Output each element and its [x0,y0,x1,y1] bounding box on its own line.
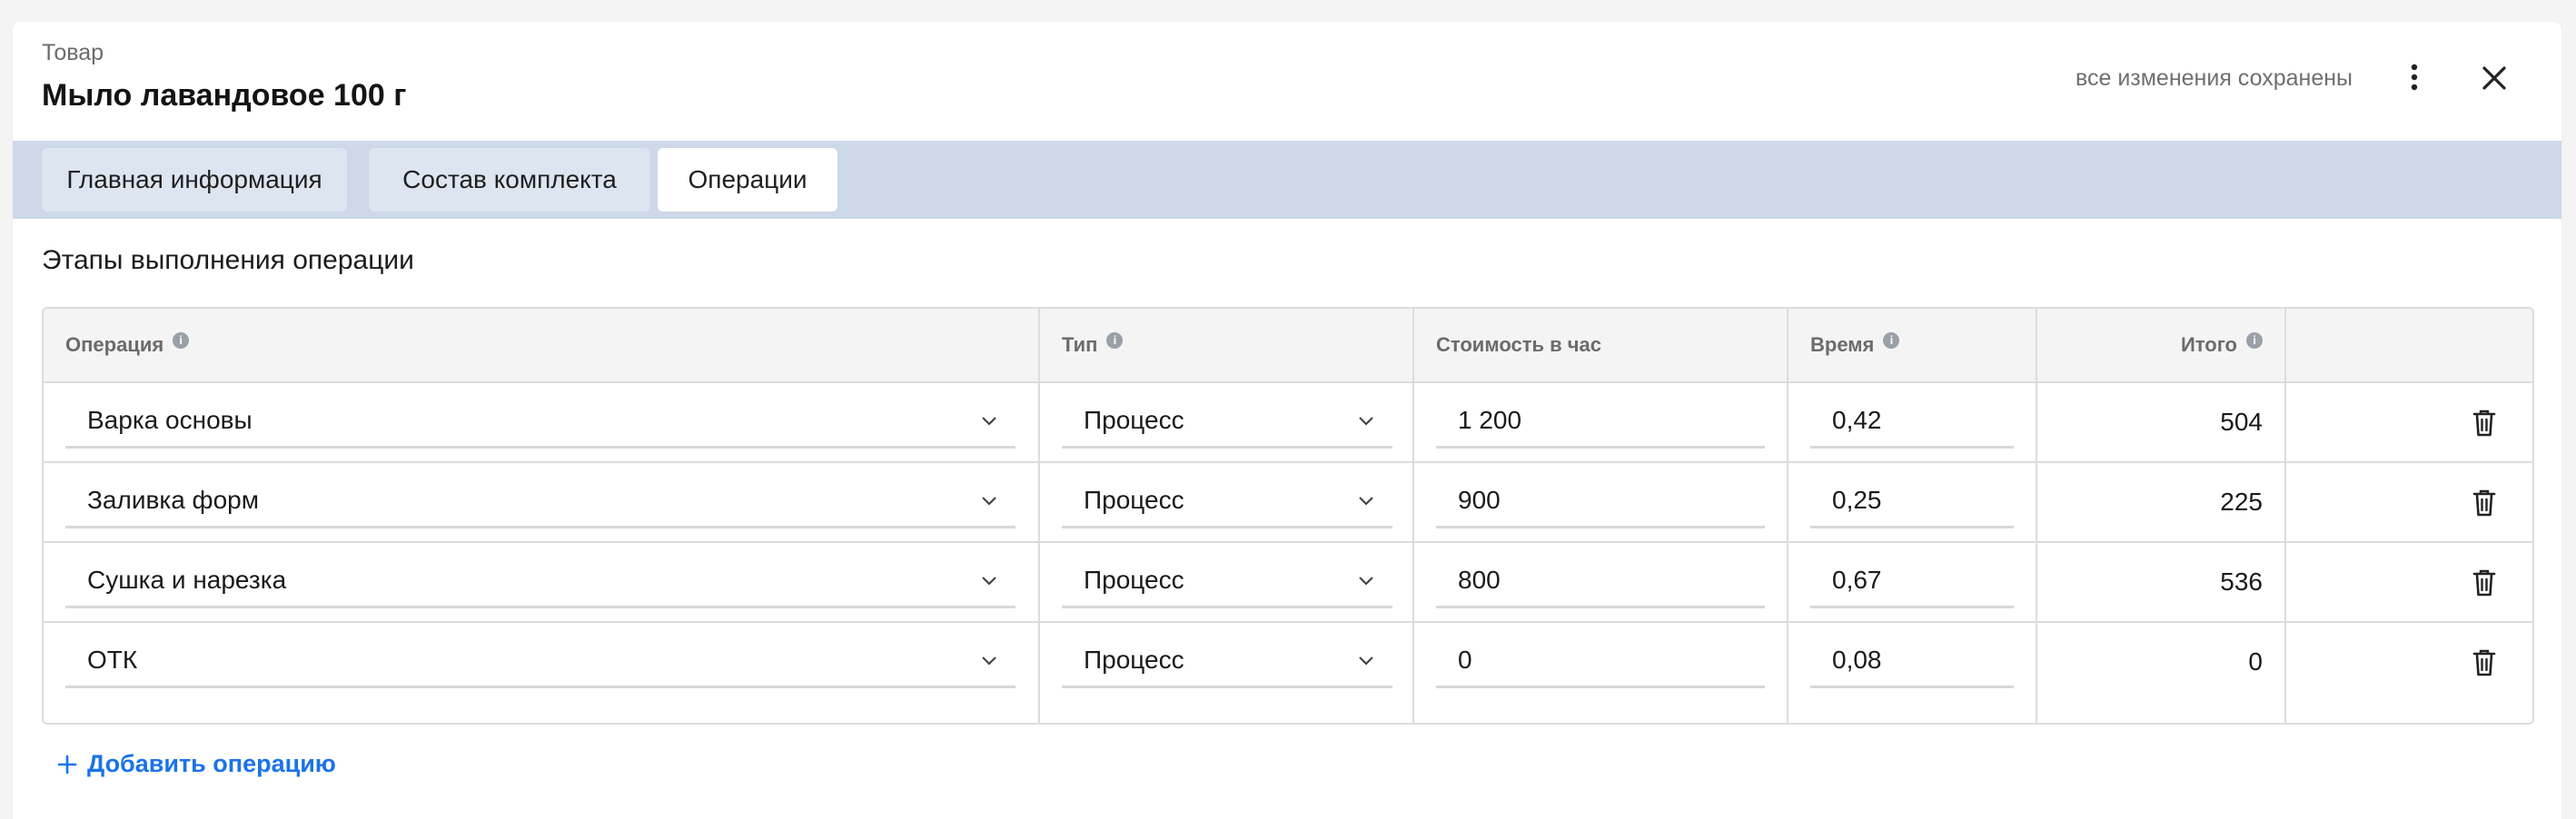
info-icon[interactable]: i [173,332,190,349]
type-value: Процесс [1084,645,1184,674]
column-header-total: Итого i [2037,309,2284,381]
time-input[interactable]: 0,67 [1810,554,2014,608]
entity-type-label: Товар [42,40,104,65]
trash-icon [2472,489,2496,517]
cost-per-hour-input[interactable]: 900 [1436,474,1765,528]
column-divider [1787,309,1788,723]
table-header: Операция i Тип i Стоимость в час Время i… [44,309,2532,383]
row-total: 0 [2248,647,2263,676]
delete-row-button[interactable] [2472,568,2496,597]
operation-value: ОТК [87,645,138,674]
chevron-down-icon [1359,577,1373,586]
delete-row-button[interactable] [2472,488,2496,518]
column-divider [1412,309,1414,723]
column-header-label: Стоимость в час [1436,333,1601,356]
type-select[interactable]: Процесс [1062,394,1392,449]
operation-value: Варка основы [87,405,253,434]
delete-row-button[interactable] [2472,409,2496,438]
add-operation-label: Добавить операцию [87,750,336,777]
chevron-down-icon [1359,656,1373,666]
column-header-label: Тип [1062,333,1098,356]
type-value: Процесс [1084,565,1184,594]
table-row: Сушка и нарезка Процесс 800 0,67 536 [44,543,2532,623]
product-panel: Товар Мыло лавандовое 100 г все изменени… [13,22,2561,819]
time-input[interactable]: 0,42 [1810,394,2014,449]
column-divider [2036,309,2037,723]
time-input[interactable]: 0,08 [1810,634,2014,688]
cost-per-hour-input[interactable]: 0 [1436,634,1765,688]
chevron-down-icon [982,497,996,506]
type-select[interactable]: Процесс [1062,474,1392,528]
cost-per-hour-input[interactable]: 1 200 [1436,394,1765,449]
add-operation-button[interactable]: Добавить операцию [56,750,336,778]
plus-icon [57,755,77,774]
type-select[interactable]: Процесс [1062,554,1392,608]
section-title: Этапы выполнения операции [42,245,414,275]
trash-icon [2472,410,2496,437]
column-header-cost-per-hour: Стоимость в час [1414,309,1787,381]
page-title: Мыло лавандовое 100 г [42,78,407,113]
operation-select[interactable]: Варка основы [65,394,1016,449]
type-select[interactable]: Процесс [1062,634,1392,688]
close-button[interactable] [2480,64,2509,93]
tab-kit-composition[interactable]: Состав комплекта [369,148,650,212]
column-header-label: Операция [65,333,164,356]
info-icon[interactable]: i [2246,332,2263,349]
column-divider [2284,309,2286,723]
trash-icon [2472,649,2496,676]
trash-icon [2472,569,2496,597]
more-vertical-icon [2411,64,2418,91]
table-row: Варка основы Процесс 1 200 0,42 504 [44,383,2532,463]
operation-value: Заливка форм [87,485,259,514]
panel-header: Товар Мыло лавандовое 100 г все изменени… [13,22,2561,141]
column-header-label: Итого [2180,333,2237,356]
cost-per-hour-input[interactable]: 800 [1436,554,1765,608]
column-divider [1038,309,1040,723]
chevron-down-icon [1359,497,1373,506]
column-header-operation: Операция i [44,309,1038,381]
operation-select[interactable]: Сушка и нарезка [65,554,1016,608]
row-total: 225 [2220,488,2263,516]
tab-operations[interactable]: Операции [658,148,837,212]
tab-main-info[interactable]: Главная информация [42,148,347,212]
type-value: Процесс [1084,485,1184,514]
operation-select[interactable]: Заливка форм [65,474,1016,528]
row-total: 536 [2220,567,2263,596]
time-input[interactable]: 0,25 [1810,474,2014,528]
save-status-text: все изменения сохранены [2075,65,2353,91]
close-icon [2482,66,2506,90]
chevron-down-icon [1359,417,1373,426]
column-header-type: Тип i [1040,309,1412,381]
tab-bar: Главная информация Состав комплекта Опер… [13,141,2561,219]
chevron-down-icon [982,417,996,426]
chevron-down-icon [982,577,996,586]
row-total: 504 [2220,408,2263,436]
column-header-time: Время i [1788,309,2036,381]
info-icon[interactable]: i [1883,332,1900,349]
info-icon[interactable]: i [1106,332,1124,349]
more-options-button[interactable] [2403,62,2425,93]
type-value: Процесс [1084,405,1184,434]
column-header-label: Время [1810,333,1875,356]
table-row: ОТК Процесс 0 0,08 0 [44,623,2532,701]
operation-value: Сушка и нарезка [87,565,287,594]
delete-row-button[interactable] [2472,648,2496,677]
operations-table: Операция i Тип i Стоимость в час Время i… [42,307,2534,725]
operation-select[interactable]: ОТК [65,634,1016,688]
chevron-down-icon [982,656,996,666]
table-row: Заливка форм Процесс 900 0,25 225 [44,463,2532,543]
